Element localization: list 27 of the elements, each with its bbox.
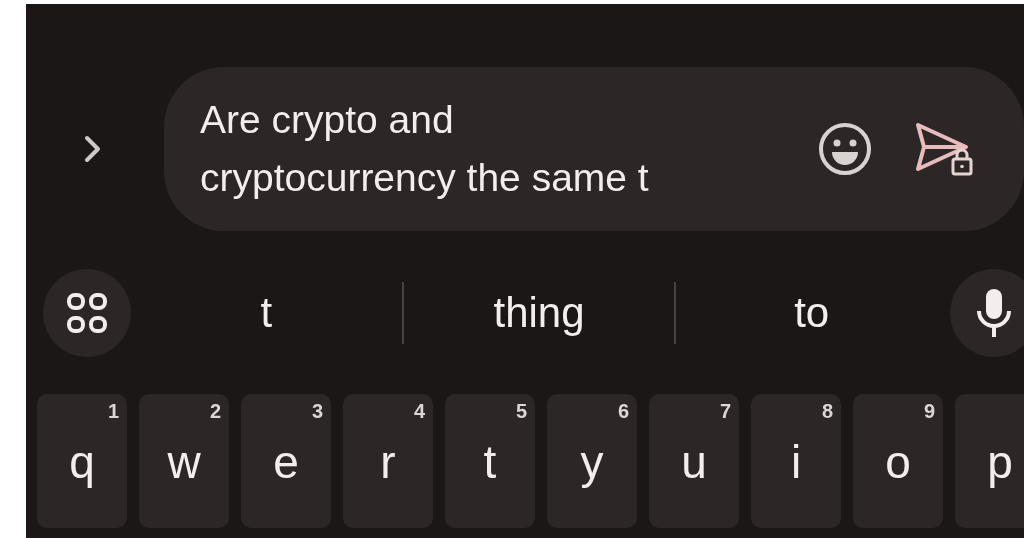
key-hint: 4: [413, 400, 425, 423]
key[interactable]: 4 r: [343, 394, 433, 528]
key-hint: 8: [821, 400, 833, 423]
key-hint: 9: [923, 400, 935, 423]
smiley-icon: [818, 122, 872, 176]
key-hint: 7: [719, 400, 731, 423]
key[interactable]: 2 w: [139, 394, 229, 528]
key-hint: 5: [515, 400, 527, 423]
emoji-button[interactable]: [818, 122, 872, 176]
suggestion[interactable]: to: [676, 278, 947, 348]
suggestion[interactable]: thing: [403, 278, 675, 348]
grid-icon: [65, 291, 109, 335]
message-field[interactable]: Are crypto and cryptocurrency the same t: [200, 91, 774, 207]
key-hint: 3: [311, 400, 323, 423]
key-hint: 2: [209, 400, 221, 423]
suggestion[interactable]: t: [131, 278, 402, 348]
key[interactable]: 7 u: [649, 394, 739, 528]
key[interactable]: 9 o: [853, 394, 943, 528]
key-hint: 6: [617, 400, 629, 423]
key[interactable]: 6 y: [547, 394, 637, 528]
key[interactable]: 5 t: [445, 394, 535, 528]
key-hint: 1: [107, 400, 119, 423]
microphone-icon: [976, 287, 1012, 339]
key[interactable]: 8 i: [751, 394, 841, 528]
key[interactable]: 3 e: [241, 394, 331, 528]
key[interactable]: 1 q: [37, 394, 127, 528]
key[interactable]: p: [955, 394, 1024, 528]
